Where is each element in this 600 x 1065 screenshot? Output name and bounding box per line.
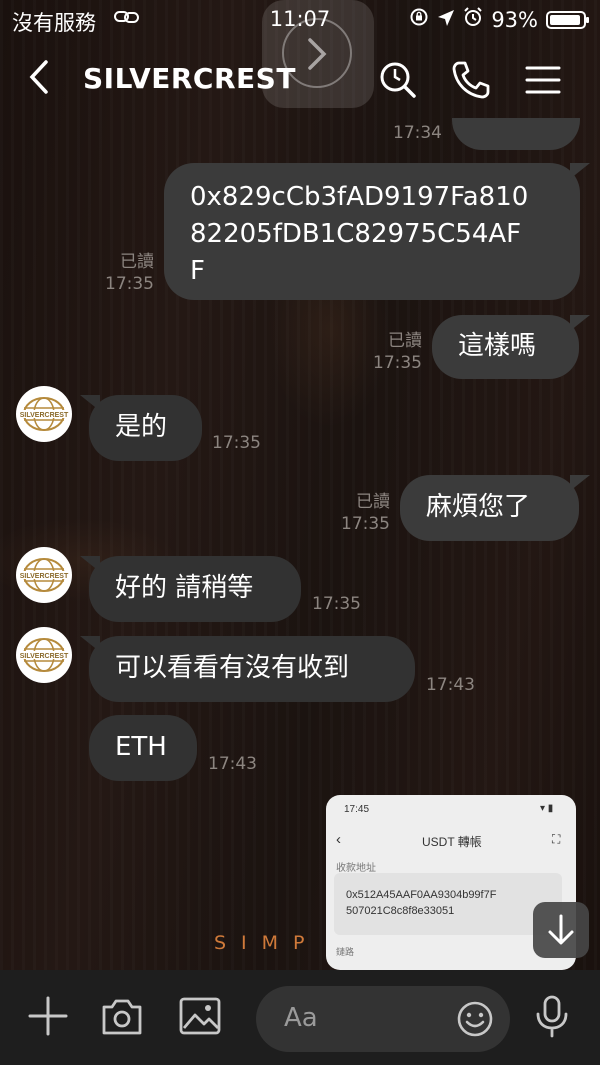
menu-button[interactable] xyxy=(522,58,566,102)
message-text: 是的 xyxy=(115,412,168,442)
message-input-placeholder: Aa xyxy=(284,1003,318,1033)
scroll-down-button[interactable] xyxy=(533,902,589,958)
camera-button[interactable] xyxy=(98,992,146,1040)
message-text: ETH xyxy=(115,732,167,762)
message-time: 17:35 xyxy=(373,353,422,373)
shared-image-scan-icon: ⛶ xyxy=(552,832,561,846)
svg-text:SILVERCREST: SILVERCREST xyxy=(20,412,69,419)
shared-image-title: USDT 轉帳 xyxy=(422,835,482,849)
alarm-icon xyxy=(463,7,483,32)
shared-image-time: 17:45 xyxy=(344,804,370,815)
message-text: 好的 請稍等 xyxy=(115,573,254,603)
message-bubble[interactable]: 好的 請稍等 xyxy=(89,556,301,622)
image-icon xyxy=(179,997,221,1035)
phone-icon xyxy=(452,61,490,99)
shared-image-address: 0x512A45AAF0AA9304b99f7F xyxy=(346,889,497,901)
message-time: 17:35 xyxy=(212,433,261,453)
shared-image-address-box xyxy=(334,873,562,935)
next-overlay-button[interactable] xyxy=(262,0,374,108)
status-right: 93% xyxy=(409,7,589,32)
avatar[interactable]: SILVERCREST xyxy=(16,547,72,603)
call-button[interactable] xyxy=(449,58,493,102)
search-icon xyxy=(380,62,416,98)
microphone-icon xyxy=(536,995,568,1038)
message-text-line: 0x829cCb3fAD9197Fa810 xyxy=(190,182,529,212)
camera-icon xyxy=(102,999,142,1035)
message-bubble[interactable]: 可以看看有沒有收到 xyxy=(89,636,415,702)
message-text-line: F xyxy=(190,256,205,286)
shared-image-address: 507021C8c8f8e33051 xyxy=(346,905,455,917)
silvercrest-logo-icon: SILVERCREST xyxy=(20,558,69,592)
read-receipt: 已讀 xyxy=(120,252,154,272)
hamburger-icon xyxy=(525,66,561,94)
message-time: 17:35 xyxy=(105,274,154,294)
battery-icon xyxy=(546,10,589,29)
message-bubble[interactable]: ETH xyxy=(89,715,197,781)
message-meta: 已讀 17:35 xyxy=(330,491,390,535)
shared-image-label: 鏈路 xyxy=(336,947,355,957)
message-bubble-partial[interactable] xyxy=(452,118,580,150)
message-time: 17:34 xyxy=(393,123,442,143)
message-input[interactable]: Aa xyxy=(256,986,510,1052)
location-icon xyxy=(437,8,455,32)
message-time: 17:43 xyxy=(426,675,475,695)
voice-button[interactable] xyxy=(528,992,576,1040)
composer-bar: Aa xyxy=(0,970,600,1065)
shared-image-back-icon: ‹ xyxy=(336,831,341,848)
emoji-icon[interactable] xyxy=(456,1000,494,1038)
add-button[interactable] xyxy=(24,992,72,1040)
message-text-line: 82205fDB1C82975C54AF xyxy=(190,219,522,249)
battery-percent: 93% xyxy=(491,7,538,32)
arrow-down-icon xyxy=(548,914,574,945)
chevron-left-icon xyxy=(29,60,48,94)
message-meta: 已讀 17:35 xyxy=(96,251,154,295)
avatar[interactable]: SILVERCREST xyxy=(16,627,72,683)
rotation-lock-icon xyxy=(409,7,429,32)
shared-image-status-icons: ▾ ▮ xyxy=(540,803,554,814)
back-button[interactable] xyxy=(26,58,50,103)
message-time: 17:35 xyxy=(341,514,390,534)
svg-text:SILVERCREST: SILVERCREST xyxy=(20,573,69,580)
shared-image-label: 收款地址 xyxy=(336,863,376,874)
search-button[interactable] xyxy=(376,58,420,102)
watermark-text: SIMP xyxy=(214,932,320,954)
read-receipt: 已讀 xyxy=(388,331,422,351)
plus-icon xyxy=(28,996,68,1036)
message-bubble-address[interactable]: 0x829cCb3fAD9197Fa810 82205fDB1C82975C54… xyxy=(164,163,580,300)
message-bubble[interactable]: 麻煩您了 xyxy=(400,475,579,541)
message-time: 17:35 xyxy=(312,594,361,614)
message-meta: 已讀 17:35 xyxy=(362,330,422,374)
silvercrest-logo-icon: SILVERCREST xyxy=(20,397,69,431)
message-bubble[interactable]: 這樣嗎 xyxy=(432,315,579,379)
silvercrest-logo-icon: SILVERCREST xyxy=(20,638,69,672)
avatar[interactable]: SILVERCREST xyxy=(16,386,72,442)
message-text: 可以看看有沒有收到 xyxy=(115,653,350,683)
message-time: 17:43 xyxy=(208,754,257,774)
message-text: 麻煩您了 xyxy=(426,492,531,522)
read-receipt: 已讀 xyxy=(356,492,390,512)
chevron-right-icon xyxy=(308,38,327,70)
svg-text:SILVERCREST: SILVERCREST xyxy=(20,653,69,660)
message-text: 這樣嗎 xyxy=(458,331,537,361)
message-bubble[interactable]: 是的 xyxy=(89,395,202,461)
gallery-button[interactable] xyxy=(176,992,224,1040)
